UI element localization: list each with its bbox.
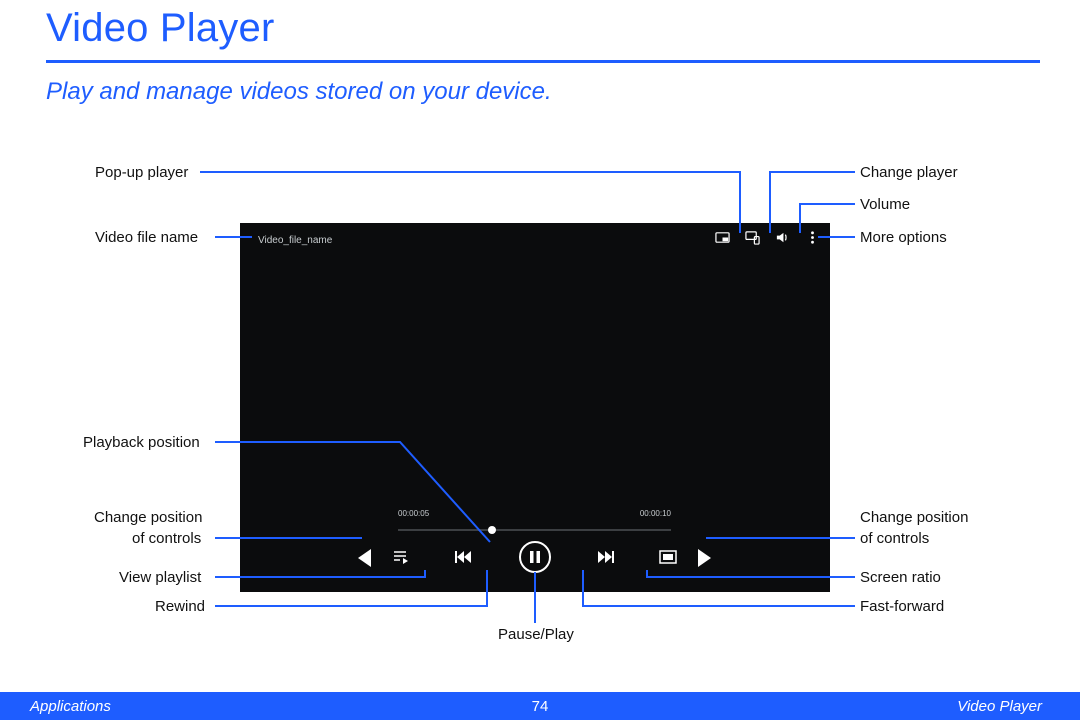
page-footer: Applications 74 Video Player <box>0 692 1080 720</box>
change-player-icon[interactable] <box>745 230 760 245</box>
popup-player-icon[interactable] <box>715 230 730 245</box>
move-controls-left-icon[interactable] <box>358 549 371 567</box>
video-player-screenshot: Video_file_name 00:00:05 00:00:10 <box>240 223 830 592</box>
callout-popup-player: Pop-up player <box>95 164 188 181</box>
footer-page-number: 74 <box>0 698 1080 715</box>
volume-icon[interactable] <box>775 230 790 245</box>
pause-play-button[interactable] <box>519 541 551 573</box>
fast-forward-icon[interactable] <box>596 548 614 566</box>
callout-change-position-left-1: Change position <box>94 509 202 526</box>
time-elapsed: 00:00:05 <box>398 509 429 518</box>
move-controls-right-icon[interactable] <box>698 549 711 567</box>
callout-change-position-right-2: of controls <box>860 530 929 547</box>
callout-pause-play: Pause/Play <box>498 626 574 643</box>
video-filename-label: Video_file_name <box>258 235 332 246</box>
callout-fast-forward: Fast-forward <box>860 598 944 615</box>
progress-knob[interactable] <box>488 526 496 534</box>
playback-controls: 00:00:05 00:00:10 <box>392 531 677 573</box>
more-options-icon[interactable] <box>805 230 820 245</box>
callout-screen-ratio: Screen ratio <box>860 569 941 586</box>
screen-ratio-icon[interactable] <box>659 548 677 566</box>
page-subtitle: Play and manage videos stored on your de… <box>46 78 552 106</box>
callout-change-position-left-2: of controls <box>132 530 201 547</box>
callout-rewind: Rewind <box>155 598 205 615</box>
callout-filename: Video file name <box>95 229 198 246</box>
rewind-icon[interactable] <box>455 548 473 566</box>
time-total: 00:00:10 <box>640 509 671 518</box>
page-title: Video Player <box>46 6 274 51</box>
progress-bar[interactable] <box>398 529 671 531</box>
callout-view-playlist: View playlist <box>119 569 201 586</box>
title-divider <box>46 60 1040 63</box>
callout-more-options: More options <box>860 229 947 246</box>
callout-volume: Volume <box>860 196 910 213</box>
callout-change-player: Change player <box>860 164 958 181</box>
manual-page: Video Player Play and manage videos stor… <box>0 0 1080 720</box>
view-playlist-icon[interactable] <box>392 548 410 566</box>
callout-playback-position: Playback position <box>83 434 200 451</box>
callout-change-position-right-1: Change position <box>860 509 968 526</box>
